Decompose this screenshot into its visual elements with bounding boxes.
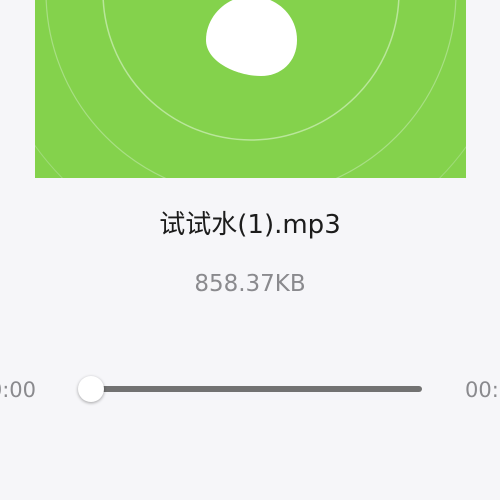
- file-size: 858.37KB: [194, 271, 306, 297]
- track-title: 试试水(1).mp3: [159, 210, 341, 240]
- elapsed-time-text: 0:00: [0, 378, 36, 402]
- progress-slider[interactable]: [91, 386, 422, 392]
- album-cover: [35, 0, 466, 178]
- total-time: 00:: [465, 378, 499, 402]
- music-disc-icon: [35, 0, 466, 178]
- music-player-screen: 试试水(1).mp3 858.37KB 0:00 00:: [0, 0, 500, 500]
- elapsed-time: 0:00: [0, 375, 36, 405]
- progress-thumb[interactable]: [78, 376, 104, 402]
